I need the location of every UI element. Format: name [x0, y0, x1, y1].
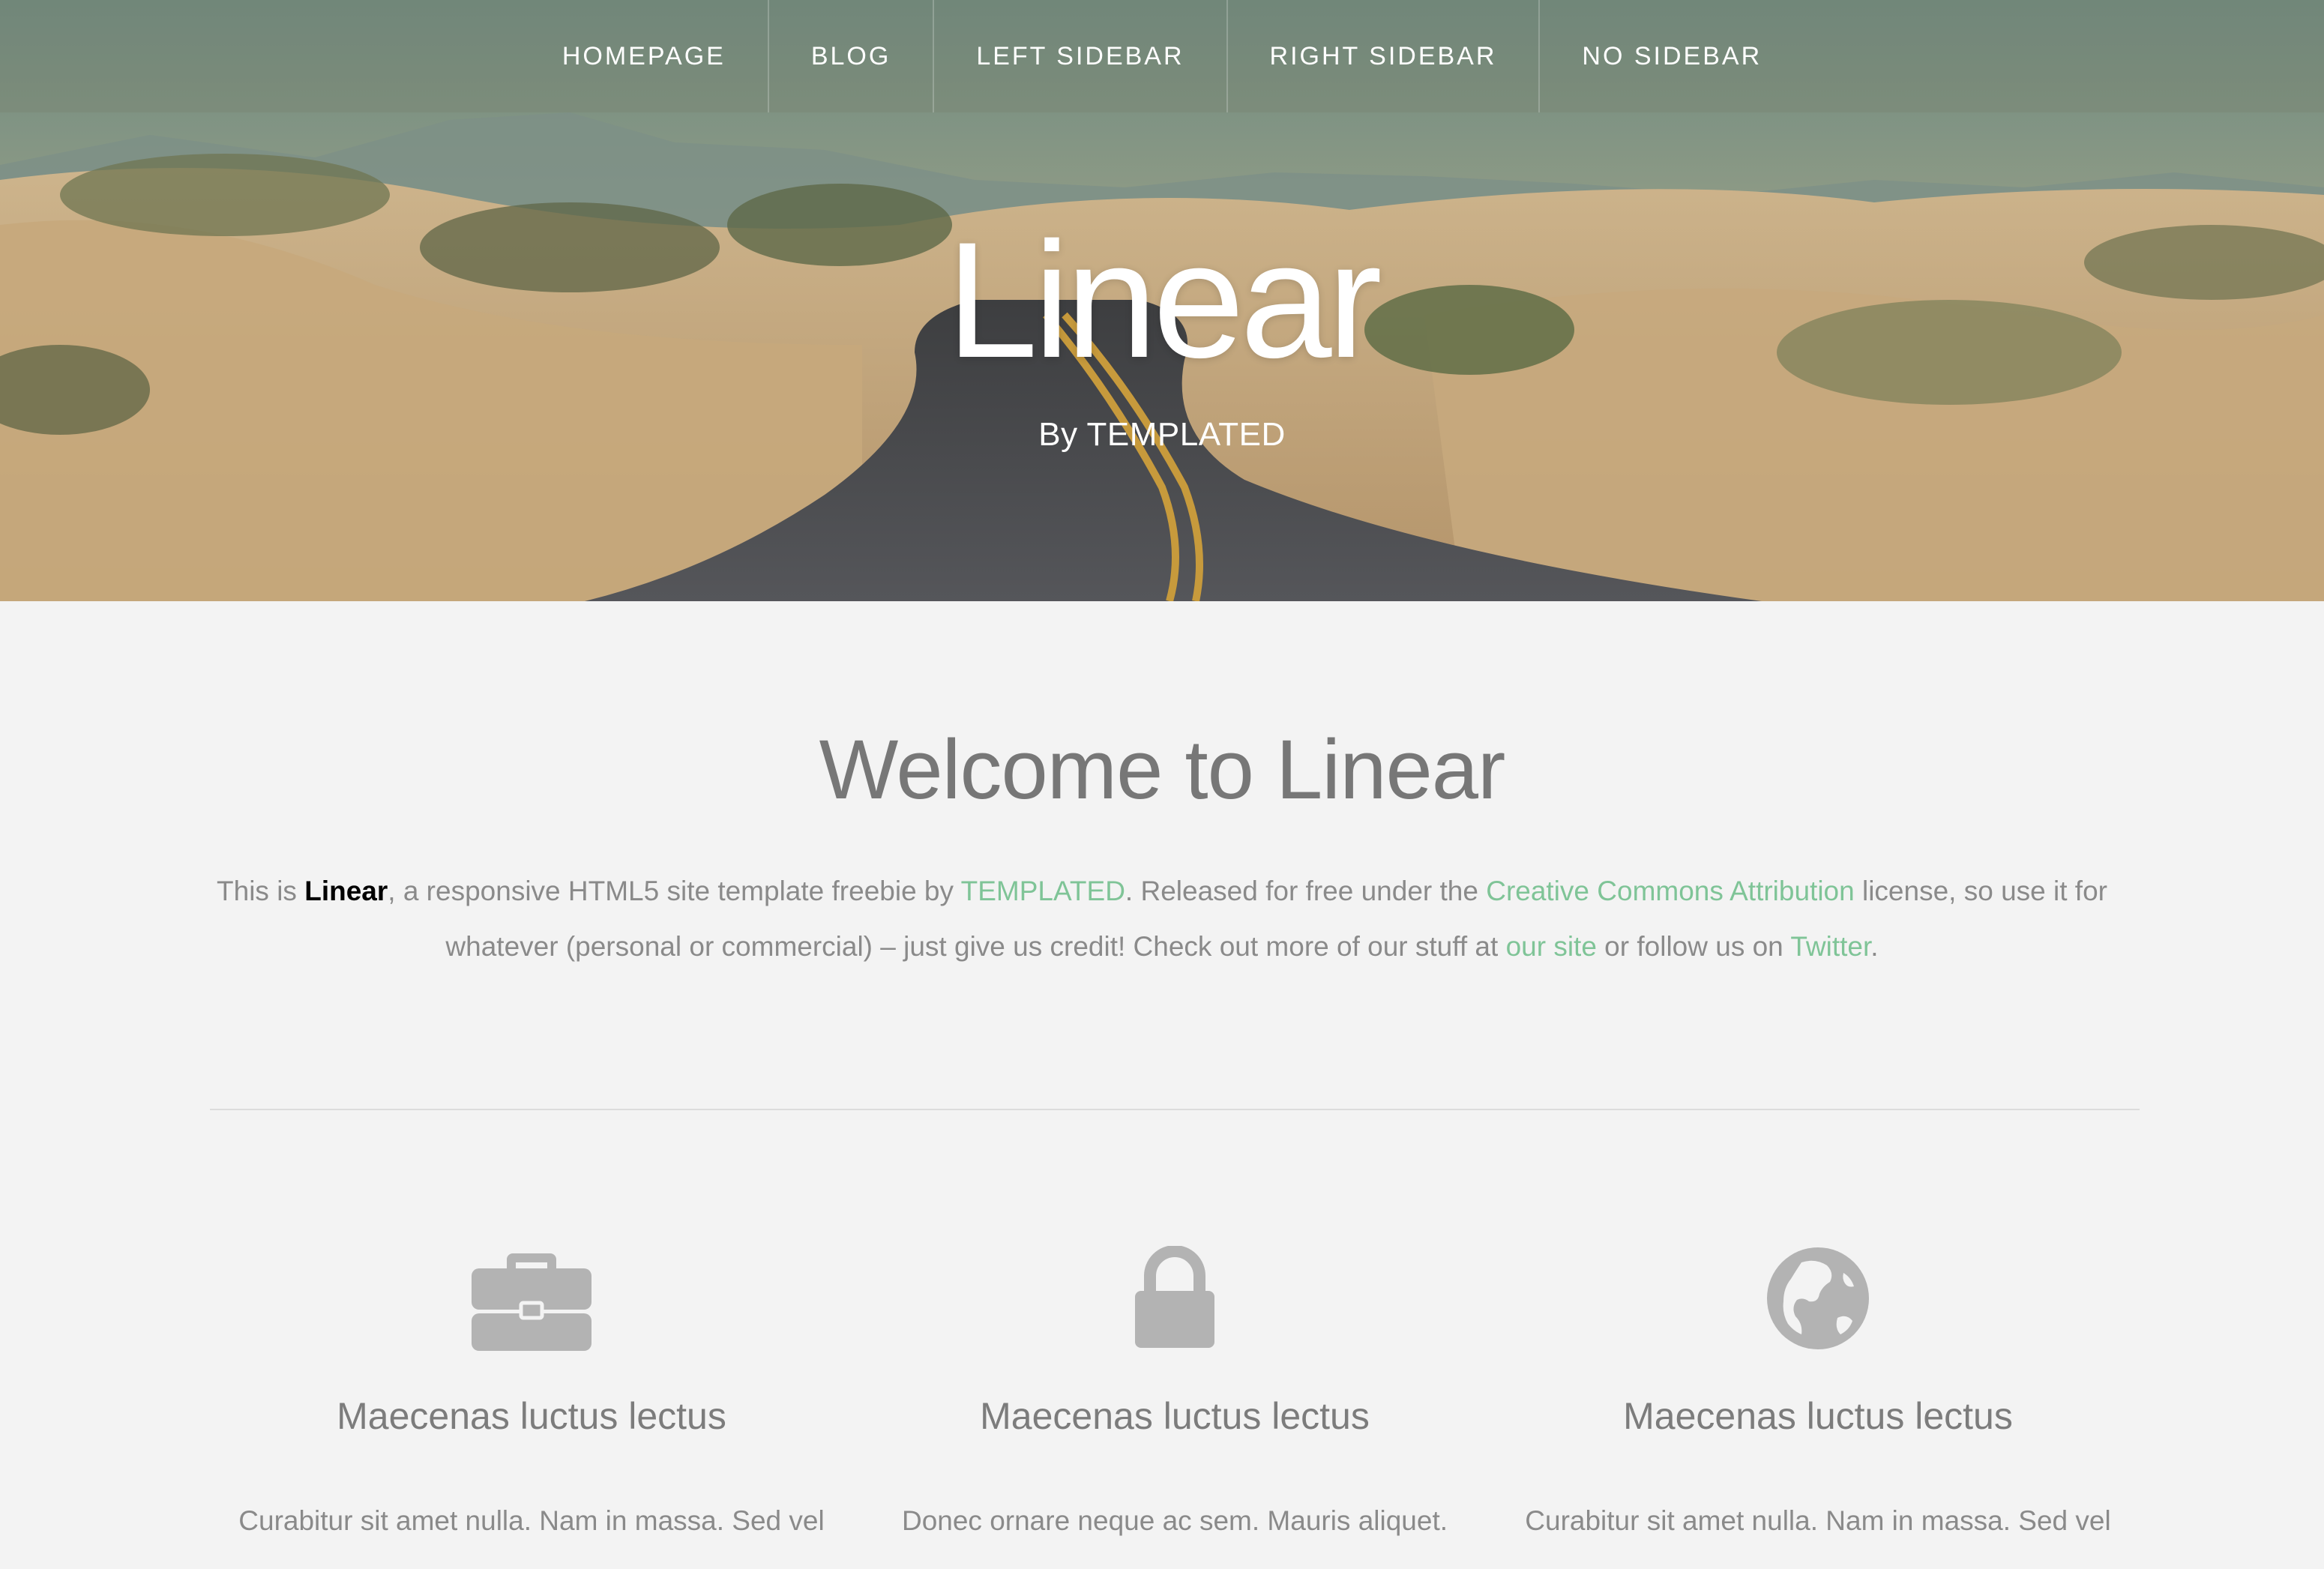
- intro-text-3: . Released for free under the: [1125, 876, 1487, 906]
- nav-link-left-sidebar[interactable]: LEFT SIDEBAR: [976, 42, 1184, 71]
- nav-link-right-sidebar[interactable]: RIGHT SIDEBAR: [1270, 42, 1497, 71]
- intro-text-1: This is: [217, 876, 305, 906]
- nav-item-left-sidebar: LEFT SIDEBAR: [933, 0, 1226, 112]
- feature-title: Maecenas luctus lectus: [1623, 1395, 2013, 1437]
- feature-text: Curabitur sit amet nulla. Nam in massa. …: [1525, 1505, 2111, 1536]
- hero-banner: HOMEPAGE BLOG LEFT SIDEBAR RIGHT SIDEBAR…: [0, 0, 2324, 601]
- feature-item: Maecenas luctus lectus Curabitur sit ame…: [210, 1246, 853, 1537]
- nav-menu: HOMEPAGE BLOG LEFT SIDEBAR RIGHT SIDEBAR…: [520, 0, 1804, 112]
- intro-paragraph: This is Linear, a responsive HTML5 site …: [210, 864, 2114, 975]
- feature-text: Curabitur sit amet nulla. Nam in massa. …: [238, 1505, 825, 1536]
- welcome-heading: Welcome to Linear: [819, 723, 1506, 816]
- feature-title: Maecenas luctus lectus: [337, 1395, 726, 1437]
- nav-link-no-sidebar[interactable]: NO SIDEBAR: [1582, 42, 1762, 71]
- our-site-link[interactable]: our site: [1506, 931, 1597, 962]
- intro-text-5: or follow us on: [1596, 931, 1791, 962]
- intro-brand: Linear: [304, 876, 388, 906]
- nav-item-homepage: HOMEPAGE: [520, 0, 768, 112]
- site-subtitle: By TEMPLATED: [1038, 416, 1286, 453]
- templated-link[interactable]: TEMPLATED: [961, 876, 1125, 906]
- nav-link-blog[interactable]: BLOG: [811, 42, 891, 71]
- feature-item: Maecenas luctus lectus Donec ornare nequ…: [853, 1246, 1496, 1537]
- section-divider: [210, 1109, 2140, 1110]
- feature-text: Donec ornare neque ac sem. Mauris alique…: [901, 1505, 1448, 1536]
- intro-text-6: .: [1870, 931, 1879, 962]
- nav-item-blog: BLOG: [767, 0, 933, 112]
- nav-item-right-sidebar: RIGHT SIDEBAR: [1226, 0, 1539, 112]
- site-title[interactable]: Linear: [0, 217, 2324, 382]
- intro-text-2: , a responsive HTML5 site template freeb…: [388, 876, 961, 906]
- top-navigation: HOMEPAGE BLOG LEFT SIDEBAR RIGHT SIDEBAR…: [0, 0, 2324, 112]
- feature-item: Maecenas luctus lectus Curabitur sit ame…: [1496, 1246, 2140, 1537]
- nav-item-no-sidebar: NO SIDEBAR: [1538, 0, 1804, 112]
- nav-link-homepage[interactable]: HOMEPAGE: [562, 42, 726, 71]
- feature-title: Maecenas luctus lectus: [980, 1395, 1370, 1437]
- lock-icon: [853, 1246, 1496, 1351]
- features-row: Maecenas luctus lectus Curabitur sit ame…: [210, 1246, 2140, 1537]
- twitter-link[interactable]: Twitter: [1790, 931, 1870, 962]
- license-link[interactable]: Creative Commons Attribution: [1486, 876, 1854, 906]
- globe-icon: [1496, 1246, 2140, 1351]
- briefcase-icon: [210, 1246, 853, 1351]
